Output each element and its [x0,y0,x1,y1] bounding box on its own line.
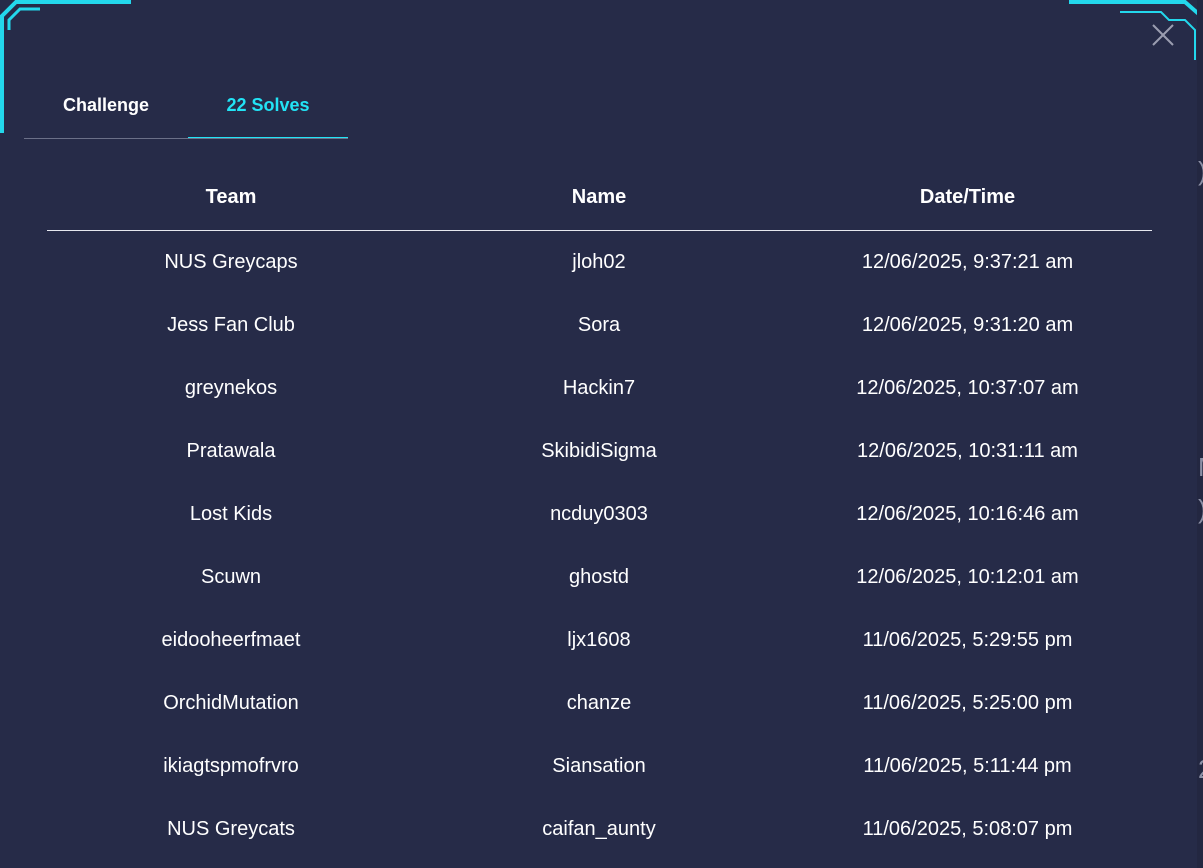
background-text-fragment: 2 [1198,756,1203,782]
name-cell: chanze [566,692,632,714]
name-cell: caifan_aunty [542,818,656,840]
datetime-cell: 12/06/2025, 10:37:07 am [856,377,1079,399]
name-cell: Hackin7 [562,377,636,399]
team-cell: OrchidMutation [163,692,299,714]
datetime-cell: 11/06/2025, 5:11:44 pm [863,755,1072,777]
close-icon [1152,24,1174,46]
name-cell: ljx1608 [567,629,631,651]
name-cell: ncduy0303 [550,503,648,525]
name-cell: SkibidiSigma [541,440,657,462]
background-text-fragment: M [1198,454,1203,480]
background-text-fragment: ) [1198,496,1203,522]
table-row: Scuwn ghostd 12/06/2025, 10:12:01 am [47,546,1152,609]
name-cell: Sora [577,314,621,336]
datetime-cell: 11/06/2025, 5:25:00 pm [862,692,1073,714]
solves-modal: Challenge 22 Solves Team Name Date/Time … [0,0,1197,868]
tab-solves[interactable]: 22 Solves [188,82,348,138]
team-cell: greynekos [184,377,278,399]
datetime-cell: 11/06/2025, 5:29:55 pm [862,629,1073,651]
table-row: NUS Greycats caifan_aunty 11/06/2025, 5:08… [47,798,1152,861]
team-cell: ikiagtspmofrvro [163,755,299,777]
datetime-cell: 11/06/2025, 5:08:07 pm [862,818,1073,840]
background-text-fragment: ) [1198,158,1203,184]
table-row: OrchidMutation chanze 11/06/2025, 5:25:00 … [47,672,1152,735]
datetime-cell: 12/06/2025, 10:12:01 am [856,566,1079,588]
team-cell: Pratawala [186,440,276,462]
background-page-edge [1197,0,1203,868]
name-cell: ghostd [568,566,630,588]
solves-table: Team Name Date/Time NUS Greycaps jloh02 12… [47,165,1152,861]
table-body: NUS Greycaps jloh02 12/06/2025, 9:37:21 am… [47,231,1152,861]
table-row: NUS Greycaps jloh02 12/06/2025, 9:37:21 am [47,231,1152,294]
datetime-cell: 12/06/2025, 9:31:20 am [861,314,1074,336]
name-cell: jloh02 [572,251,626,273]
table-row: ikiagtspmofrvro Siansation 11/06/2025, 5:1… [47,735,1152,798]
table-row: greynekos Hackin7 12/06/2025, 10:37:07 am [47,357,1152,420]
table-row: eidooheerfmaet ljx1608 11/06/2025, 5:29:55… [47,609,1152,672]
column-header-name: Name [571,186,627,208]
column-header-team: Team [205,186,257,208]
team-cell: Jess Fan Club [167,314,295,336]
datetime-cell: 12/06/2025, 10:16:46 am [856,503,1079,525]
team-cell: eidooheerfmaet [161,629,301,651]
modal-tabs: Challenge 22 Solves [24,82,348,139]
datetime-cell: 12/06/2025, 9:37:21 am [861,251,1074,273]
team-cell: NUS Greycaps [164,251,298,273]
team-cell: Lost Kids [189,503,273,525]
team-cell: NUS Greycats [167,818,295,840]
team-cell: Scuwn [200,566,262,588]
close-button[interactable] [1148,20,1178,50]
tab-challenge[interactable]: Challenge [24,82,188,138]
name-cell: Siansation [552,755,646,777]
table-header: Team Name Date/Time [47,165,1152,231]
table-row: Lost Kids ncduy0303 12/06/2025, 10:16:46 a… [47,483,1152,546]
table-row: Pratawala SkibidiSigma 12/06/2025, 10:31:1… [47,420,1152,483]
column-header-datetime: Date/Time [919,186,1016,208]
table-row: Jess Fan Club Sora 12/06/2025, 9:31:20 am [47,294,1152,357]
datetime-cell: 12/06/2025, 10:31:11 am [857,440,1078,462]
